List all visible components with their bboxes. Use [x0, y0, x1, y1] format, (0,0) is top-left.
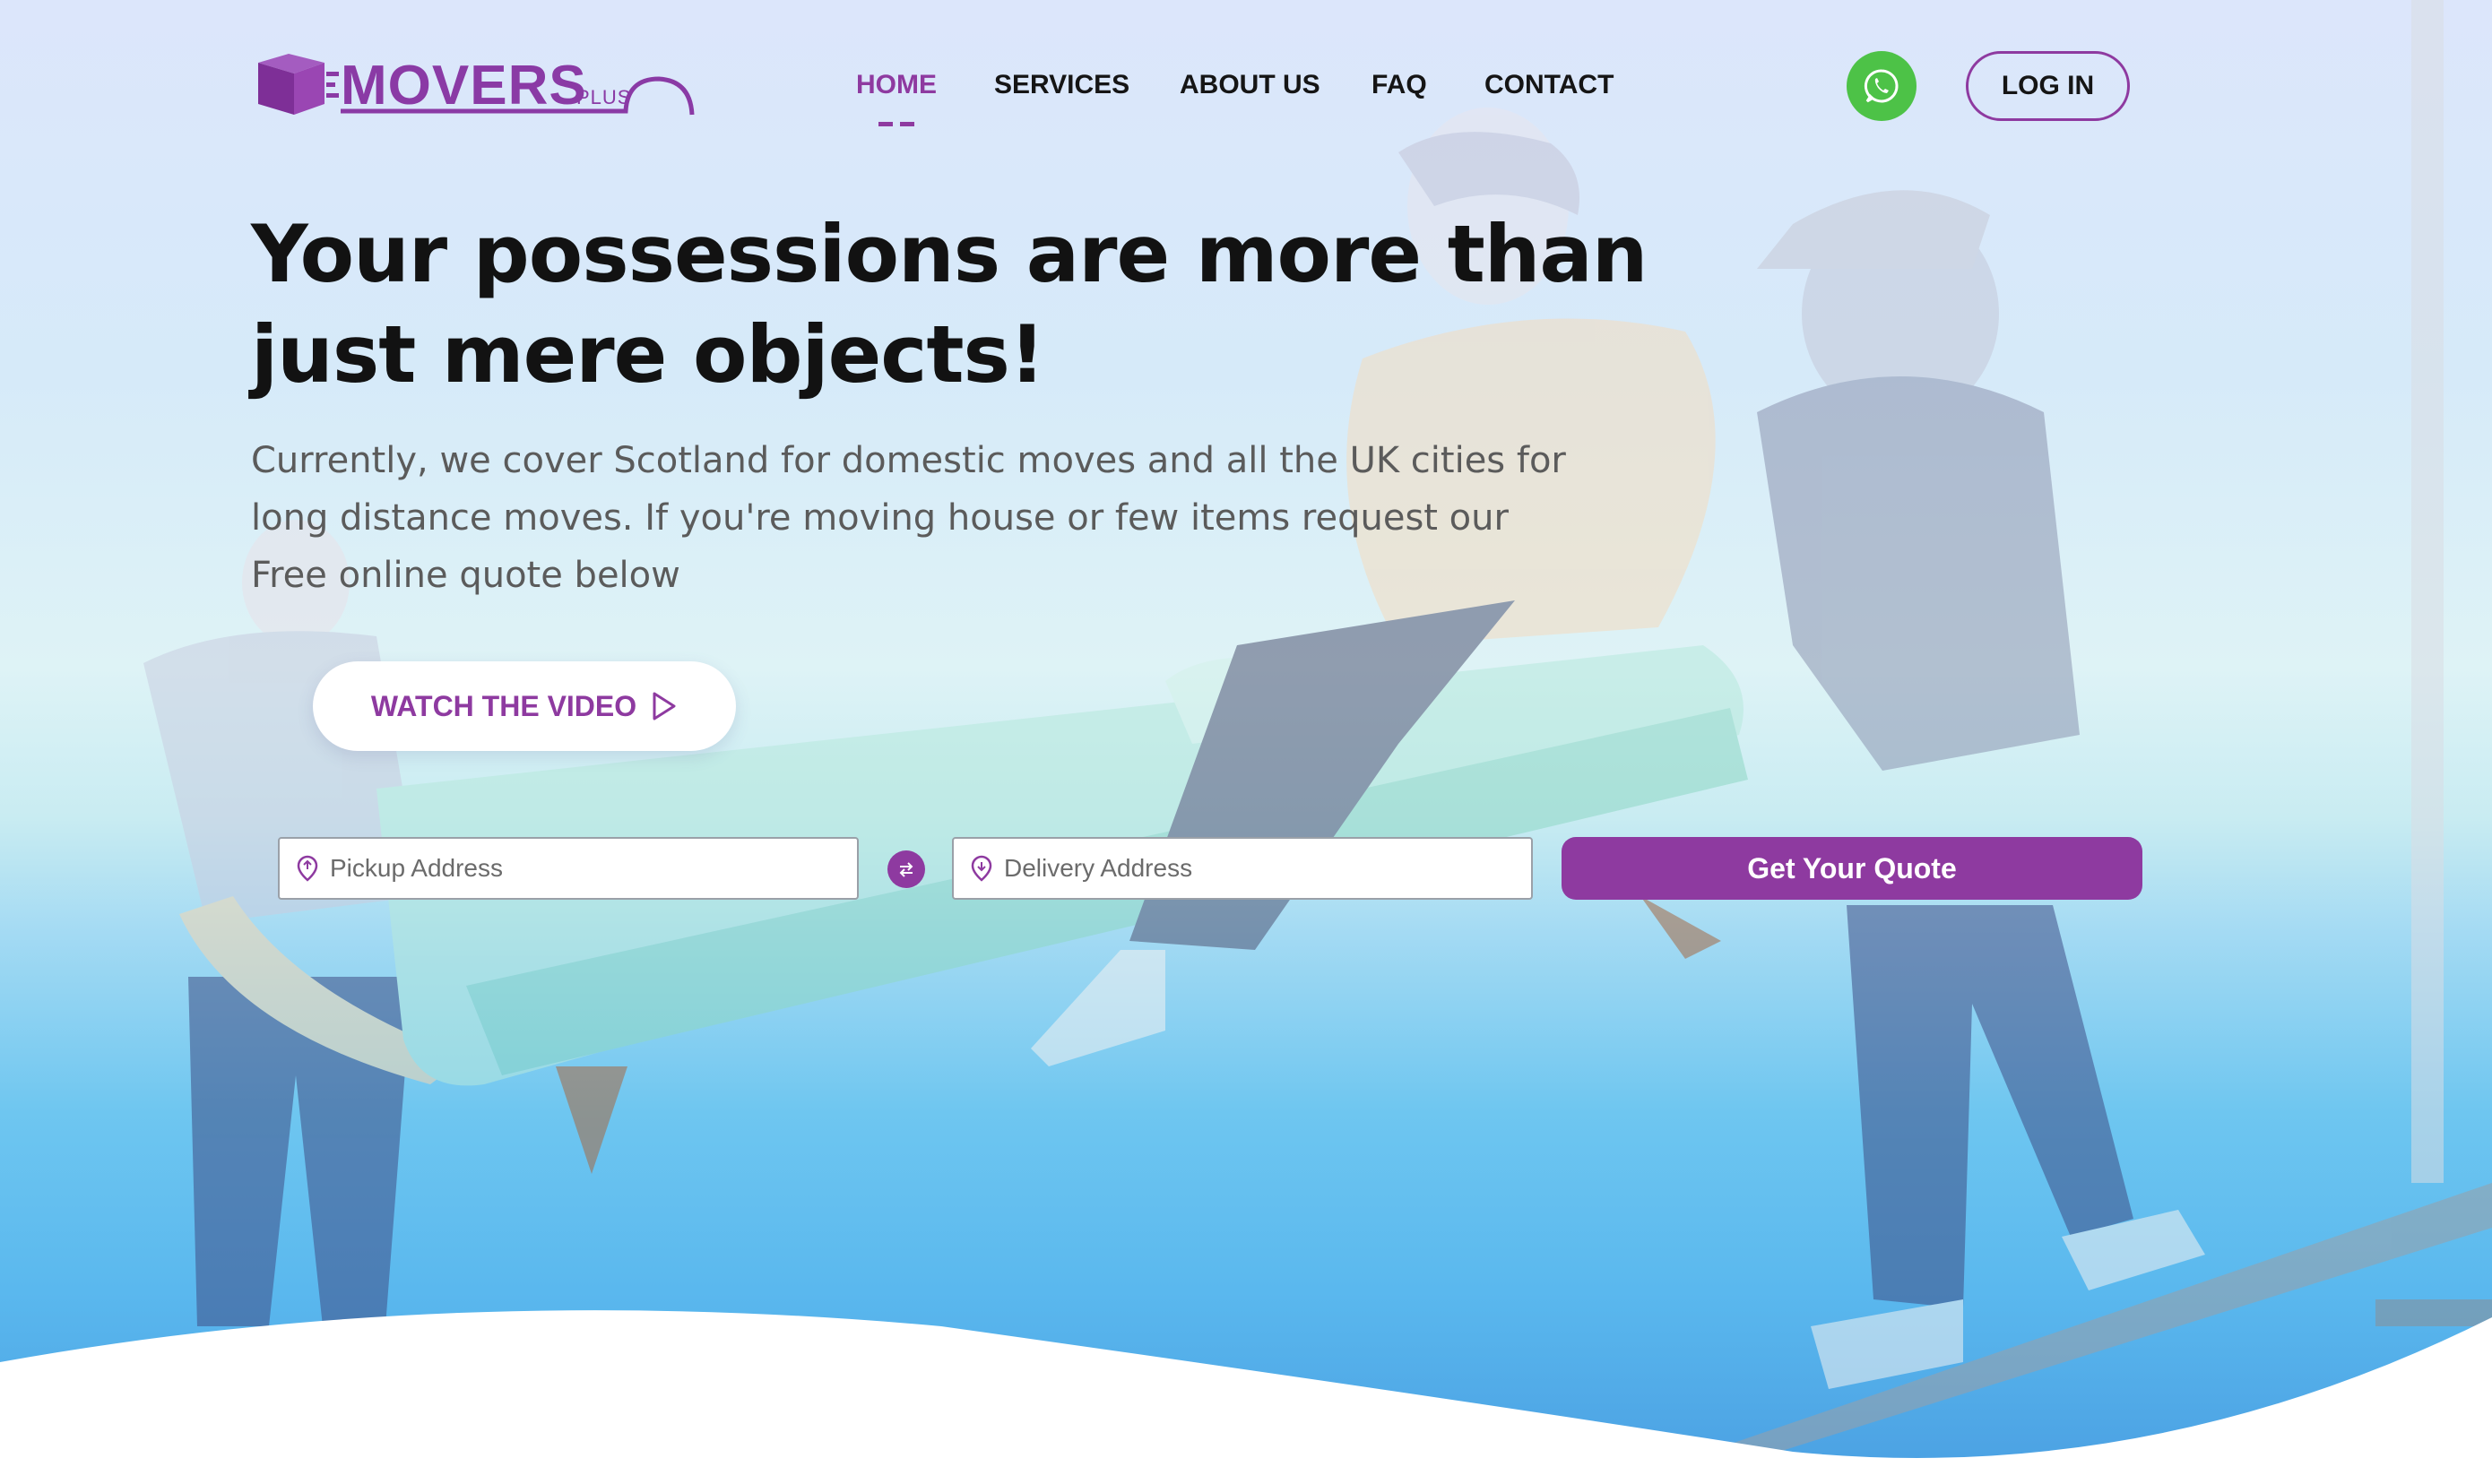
logo[interactable]: MOVERS PLUS — [251, 52, 699, 116]
pickup-address-field[interactable] — [278, 837, 859, 900]
delivery-address-field[interactable] — [952, 837, 1533, 900]
hero-subtext: Currently, we cover Scotland for domesti… — [251, 432, 1596, 604]
swap-addresses-button[interactable] — [887, 850, 925, 888]
headline-line-2: just mere objects! — [251, 308, 1045, 401]
nav-item-faq[interactable]: FAQ — [1371, 70, 1427, 100]
logo-swoosh-icon — [341, 76, 695, 116]
subtext-line-1: Currently, we cover Scotland for domesti… — [251, 440, 1566, 481]
nav-item-about-us[interactable]: ABOUT US — [1180, 70, 1320, 100]
play-icon — [653, 692, 676, 720]
subtext-line-3: Free online quote below — [251, 555, 680, 596]
pickup-address-input[interactable] — [330, 854, 857, 883]
headline-line-1: Your possessions are more than — [251, 208, 1648, 300]
login-button[interactable]: LOG IN — [1966, 51, 2130, 121]
whatsapp-icon — [1864, 69, 1899, 103]
hero-section: MOVERS PLUS HOME SERVICES ABOUT US FAQ C… — [0, 0, 2492, 1484]
location-pin-icon — [297, 855, 318, 882]
subtext-line-2: long distance moves. If you're moving ho… — [251, 497, 1509, 539]
active-nav-indicator — [878, 122, 916, 127]
nav-item-contact[interactable]: CONTACT — [1484, 70, 1614, 100]
whatsapp-button[interactable] — [1847, 51, 1917, 121]
nav-item-services[interactable]: SERVICES — [994, 70, 1129, 100]
watch-video-label: WATCH THE VIDEO — [370, 689, 637, 722]
swap-icon — [899, 862, 913, 877]
hero-headline: Your possessions are more than just mere… — [251, 204, 1649, 405]
delivery-address-input[interactable] — [1004, 854, 1531, 883]
get-quote-button[interactable]: Get Your Quote — [1562, 837, 2142, 900]
nav-item-home[interactable]: HOME — [856, 70, 937, 100]
location-pin-icon — [971, 855, 992, 882]
watch-video-button[interactable]: WATCH THE VIDEO — [313, 661, 736, 751]
